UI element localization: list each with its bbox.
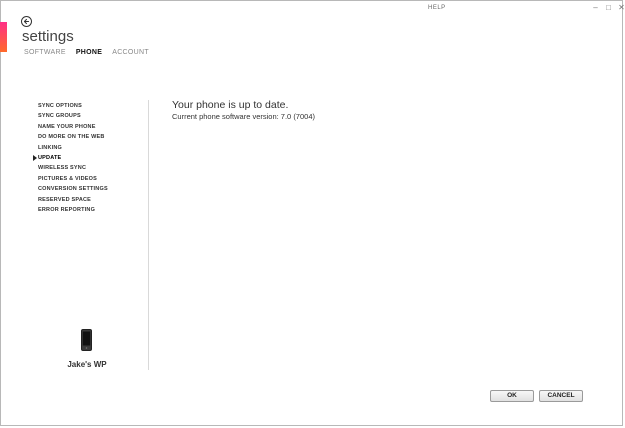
update-status-heading: Your phone is up to date. xyxy=(172,99,289,111)
sidebar-item-label: UPDATE xyxy=(38,154,62,161)
sidebar-item-sync-options[interactable]: SYNC OPTIONS xyxy=(38,101,108,111)
phone-icon xyxy=(81,329,92,351)
sidebar-item-sync-groups[interactable]: SYNC GROUPS xyxy=(38,111,108,121)
page-title: settings xyxy=(22,28,74,45)
minimize-icon[interactable]: ‒ xyxy=(592,3,599,12)
sidebar-item-pictures-videos[interactable]: PICTURES & VIDEOS xyxy=(38,174,108,184)
sidebar-item-linking[interactable]: LINKING xyxy=(38,143,108,153)
settings-tabs: SOFTWARE PHONE ACCOUNT xyxy=(24,49,149,56)
software-version-text: Current phone software version: 7.0 (700… xyxy=(172,112,315,121)
tab-account[interactable]: ACCOUNT xyxy=(112,49,149,56)
sidebar-item-error-reporting[interactable]: ERROR REPORTING xyxy=(38,205,108,215)
maximize-icon[interactable]: □ xyxy=(605,3,612,12)
window-controls: ‒ □ ✕ xyxy=(592,3,625,12)
tab-phone[interactable]: PHONE xyxy=(76,49,102,56)
back-arrow-icon xyxy=(23,18,30,25)
sidebar-nav: SYNC OPTIONS SYNC GROUPS NAME YOUR PHONE… xyxy=(33,101,108,215)
selected-arrow-icon xyxy=(33,154,37,161)
sidebar-item-wireless-sync[interactable]: WIRELESS SYNC xyxy=(38,163,108,173)
ok-button[interactable]: OK xyxy=(490,390,534,402)
back-button[interactable] xyxy=(21,16,32,27)
sidebar-item-conversion-settings[interactable]: CONVERSION SETTINGS xyxy=(38,184,108,194)
device-name: Jake's WP xyxy=(67,360,107,369)
sidebar-item-do-more-on-the-web[interactable]: DO MORE ON THE WEB xyxy=(38,132,108,142)
sidebar-item-update[interactable]: UPDATE xyxy=(33,153,108,163)
cancel-button[interactable]: CANCEL xyxy=(539,390,583,402)
sidebar-item-name-your-phone[interactable]: NAME YOUR PHONE xyxy=(38,122,108,132)
column-divider xyxy=(148,100,149,370)
tab-software[interactable]: SOFTWARE xyxy=(24,49,66,56)
accent-bar xyxy=(0,22,7,52)
help-link[interactable]: HELP xyxy=(428,5,446,11)
close-icon[interactable]: ✕ xyxy=(618,3,625,12)
sidebar-item-reserved-space[interactable]: RESERVED SPACE xyxy=(38,195,108,205)
